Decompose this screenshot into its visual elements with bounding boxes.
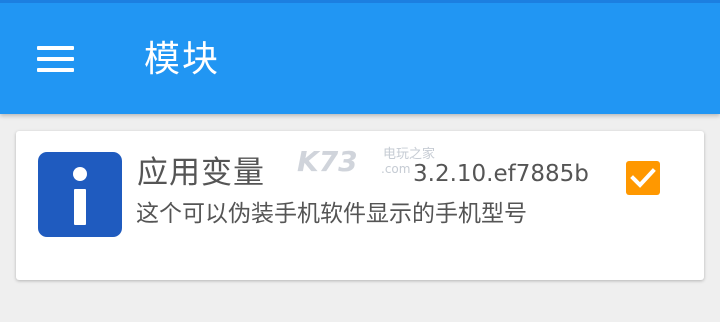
hamburger-menu-icon bbox=[37, 46, 74, 50]
module-description: 这个可以伪装手机软件显示的手机型号 bbox=[136, 201, 527, 227]
watermark-text-com: .com bbox=[381, 162, 411, 176]
enable-checkbox[interactable] bbox=[626, 161, 660, 195]
module-version: 3.2.10.ef7885b bbox=[413, 161, 589, 187]
info-icon bbox=[38, 152, 122, 237]
info-icon-stem bbox=[74, 189, 86, 225]
module-card[interactable]: 应用变量 K73 电玩之家 .com 3.2.10.ef7885b 这个可以伪装… bbox=[16, 131, 704, 280]
hamburger-menu-icon-bar bbox=[37, 57, 74, 61]
page-title: 模块 bbox=[144, 39, 221, 80]
hamburger-menu-icon-bar bbox=[37, 68, 74, 72]
app-bar: 模块 bbox=[0, 0, 720, 114]
menu-button[interactable] bbox=[26, 33, 86, 85]
checkmark-icon bbox=[630, 168, 656, 188]
module-name: 应用变量 bbox=[137, 155, 265, 191]
info-icon-dot bbox=[73, 167, 87, 181]
watermark-k73: K73 bbox=[297, 145, 358, 178]
